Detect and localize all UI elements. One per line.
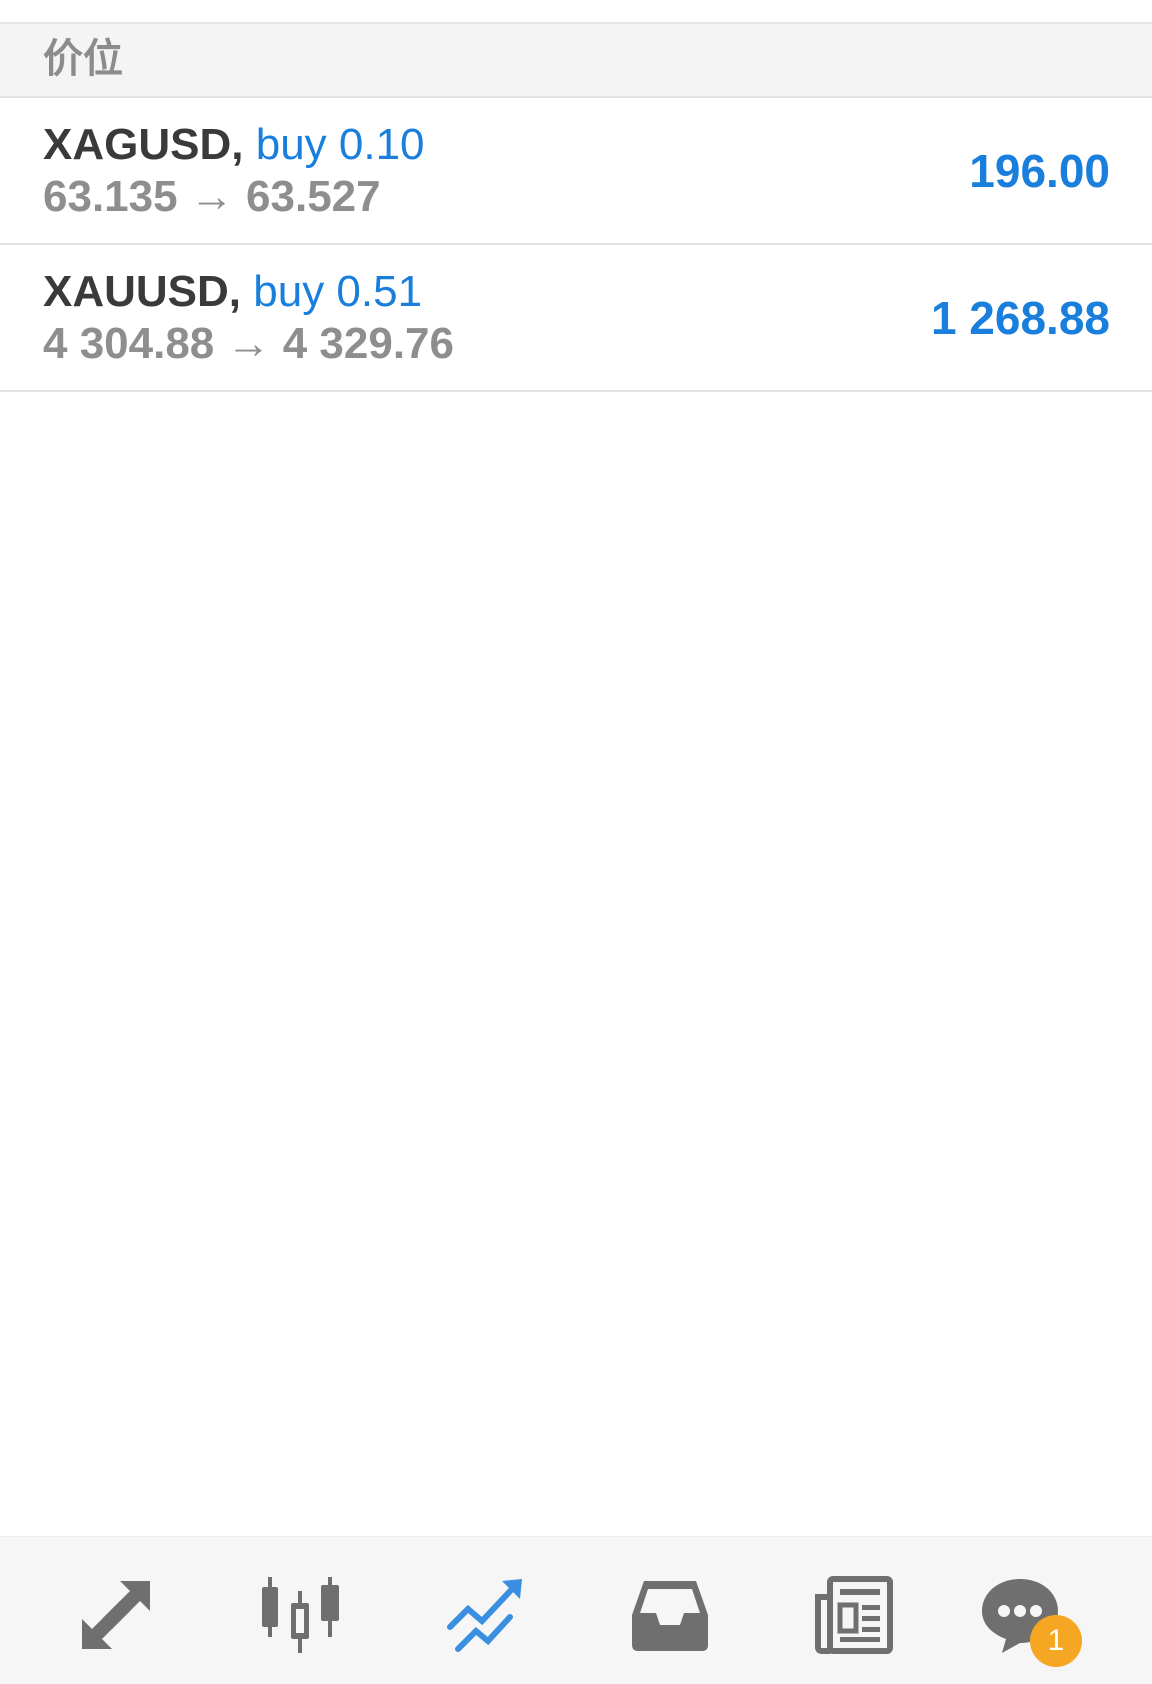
position-prices: 4 304.88 → 4 329.76 xyxy=(43,319,454,368)
position-title: XAGUSD, buy 0.10 xyxy=(43,120,425,170)
trade-icon xyxy=(447,1579,522,1652)
section-title: 价位 xyxy=(43,37,123,81)
candlestick-chart-icon xyxy=(262,1577,339,1653)
position-profit: 1 268.88 xyxy=(930,292,1110,344)
top-strip xyxy=(0,0,1152,24)
nav-chart[interactable] xyxy=(258,1573,342,1657)
position-title: XAUUSD, buy 0.51 xyxy=(43,267,422,317)
position-prices: 63.135 → 63.527 xyxy=(43,172,381,221)
nav-news[interactable] xyxy=(812,1573,896,1657)
quotes-arrows-icon xyxy=(82,1581,150,1649)
position-side-volume: buy 0.10 xyxy=(255,120,425,169)
position-symbol: XAGUSD, xyxy=(43,120,244,169)
positions-section-header: 价位 xyxy=(0,24,1152,98)
position-row[interactable]: XAGUSD, buy 0.10 63.135 → 63.527 196.00 xyxy=(0,98,1152,245)
chat-unread-badge: 1 xyxy=(1030,1615,1082,1667)
nav-trade[interactable] xyxy=(444,1573,528,1657)
position-row[interactable]: XAUUSD, buy 0.51 4 304.88 → 4 329.76 1 2… xyxy=(0,245,1152,392)
nav-quotes[interactable] xyxy=(74,1573,158,1657)
history-inbox-icon xyxy=(632,1581,708,1651)
position-side-volume: buy 0.51 xyxy=(253,267,423,316)
news-icon xyxy=(815,1576,893,1654)
position-profit: 196.00 xyxy=(969,145,1110,197)
trade-screen: 价位 XAGUSD, buy 0.10 63.135 → 63.527 196.… xyxy=(0,0,1152,1684)
bottom-navigation: 1 xyxy=(0,1536,1152,1684)
nav-history[interactable] xyxy=(628,1573,712,1657)
position-symbol: XAUUSD, xyxy=(43,267,242,316)
